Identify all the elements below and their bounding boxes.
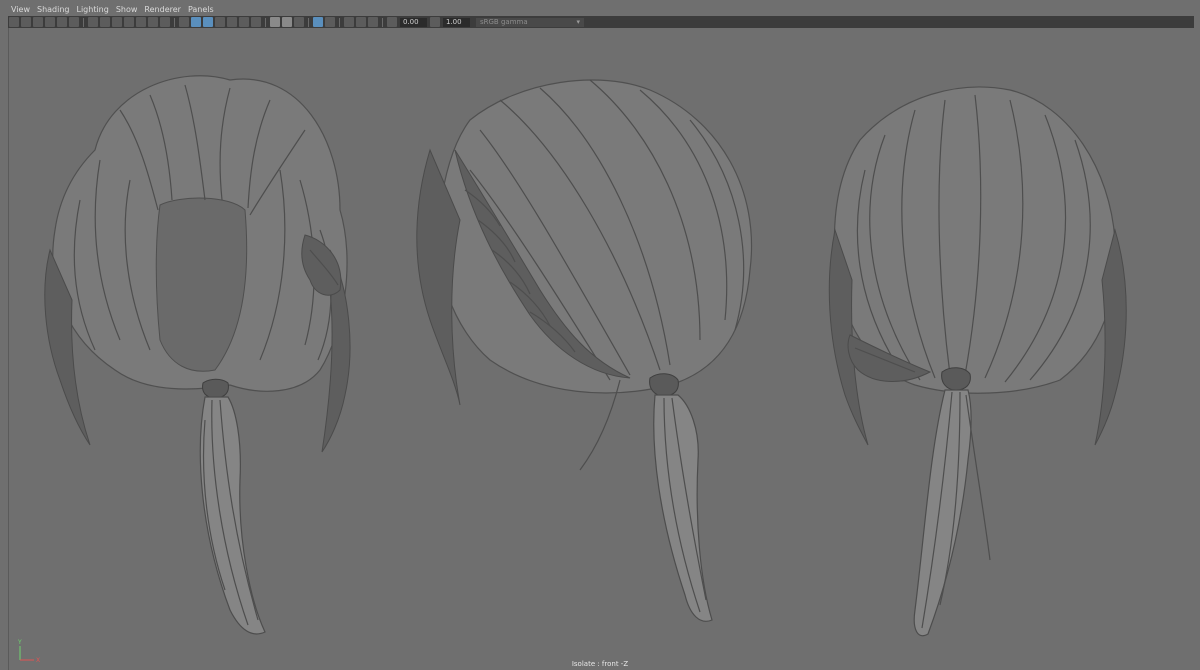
anti-aliasing-icon[interactable] <box>294 17 304 27</box>
wireframe-on-shaded-icon[interactable] <box>215 17 225 27</box>
exposure-field[interactable]: 0.00 <box>400 17 427 27</box>
hair-model-back[interactable] <box>828 86 1127 637</box>
safe-action-icon[interactable] <box>148 17 158 27</box>
resolution-gate-icon[interactable] <box>112 17 122 27</box>
panel-toolbar: 0.00 1.00 sRGB gamma ▾ <box>8 16 1194 28</box>
toolbar-separator <box>83 17 84 27</box>
wireframe-icon[interactable] <box>179 17 189 27</box>
panel-menu-bar: View Shading Lighting Show Renderer Pane… <box>8 4 218 16</box>
color-space-label: sRGB gamma <box>480 17 528 26</box>
toolbar-separator <box>265 17 266 27</box>
grease-pencil-icon[interactable] <box>69 17 79 27</box>
safe-title-icon[interactable] <box>160 17 170 27</box>
grid-icon[interactable] <box>88 17 98 27</box>
chevron-down-icon: ▾ <box>576 17 580 26</box>
hair-model-side[interactable] <box>416 79 753 622</box>
menu-view[interactable]: View <box>8 4 34 16</box>
menu-show[interactable]: Show <box>113 4 142 16</box>
exposure-icon[interactable] <box>387 17 397 27</box>
lights-icon[interactable] <box>239 17 249 27</box>
motion-blur-icon[interactable] <box>282 17 292 27</box>
bookmark-icon[interactable] <box>33 17 43 27</box>
color-space-dropdown[interactable]: sRGB gamma ▾ <box>476 17 584 27</box>
y-axis-label: Y <box>17 639 22 646</box>
hair-model-front[interactable] <box>44 75 351 635</box>
toolbar-separator <box>174 17 175 27</box>
isolate-select-icon[interactable] <box>313 17 323 27</box>
camera-select-icon[interactable] <box>9 17 19 27</box>
menu-lighting[interactable]: Lighting <box>73 4 112 16</box>
textured-icon[interactable] <box>227 17 237 27</box>
maya-viewport-window: View Shading Lighting Show Renderer Pane… <box>0 0 1200 670</box>
viewport-status-text: Isolate : front -Z <box>571 660 629 668</box>
gamma-icon[interactable] <box>430 17 440 27</box>
xray-active-components-icon[interactable] <box>356 17 366 27</box>
screen-space-ao-icon[interactable] <box>270 17 280 27</box>
viewport-canvas[interactable] <box>9 28 1200 670</box>
camera-attributes-icon[interactable] <box>21 17 31 27</box>
menu-shading[interactable]: Shading <box>34 4 74 16</box>
field-chart-icon[interactable] <box>136 17 146 27</box>
toolbar-separator <box>339 17 340 27</box>
default-material-icon[interactable] <box>203 17 213 27</box>
xray-joints-icon[interactable] <box>344 17 354 27</box>
menu-renderer[interactable]: Renderer <box>141 4 185 16</box>
film-gate-icon[interactable] <box>100 17 110 27</box>
image-plane-icon[interactable] <box>45 17 55 27</box>
menu-panels[interactable]: Panels <box>185 4 218 16</box>
smooth-shade-icon[interactable] <box>191 17 201 27</box>
xray-icon[interactable] <box>325 17 335 27</box>
gamma-field[interactable]: 1.00 <box>443 17 470 27</box>
toolbar-separator <box>382 17 383 27</box>
toolbar-separator <box>308 17 309 27</box>
backface-culling-icon[interactable] <box>368 17 378 27</box>
gate-mask-icon[interactable] <box>124 17 134 27</box>
shadows-icon[interactable] <box>251 17 261 27</box>
two-d-pan-zoom-icon[interactable] <box>57 17 67 27</box>
